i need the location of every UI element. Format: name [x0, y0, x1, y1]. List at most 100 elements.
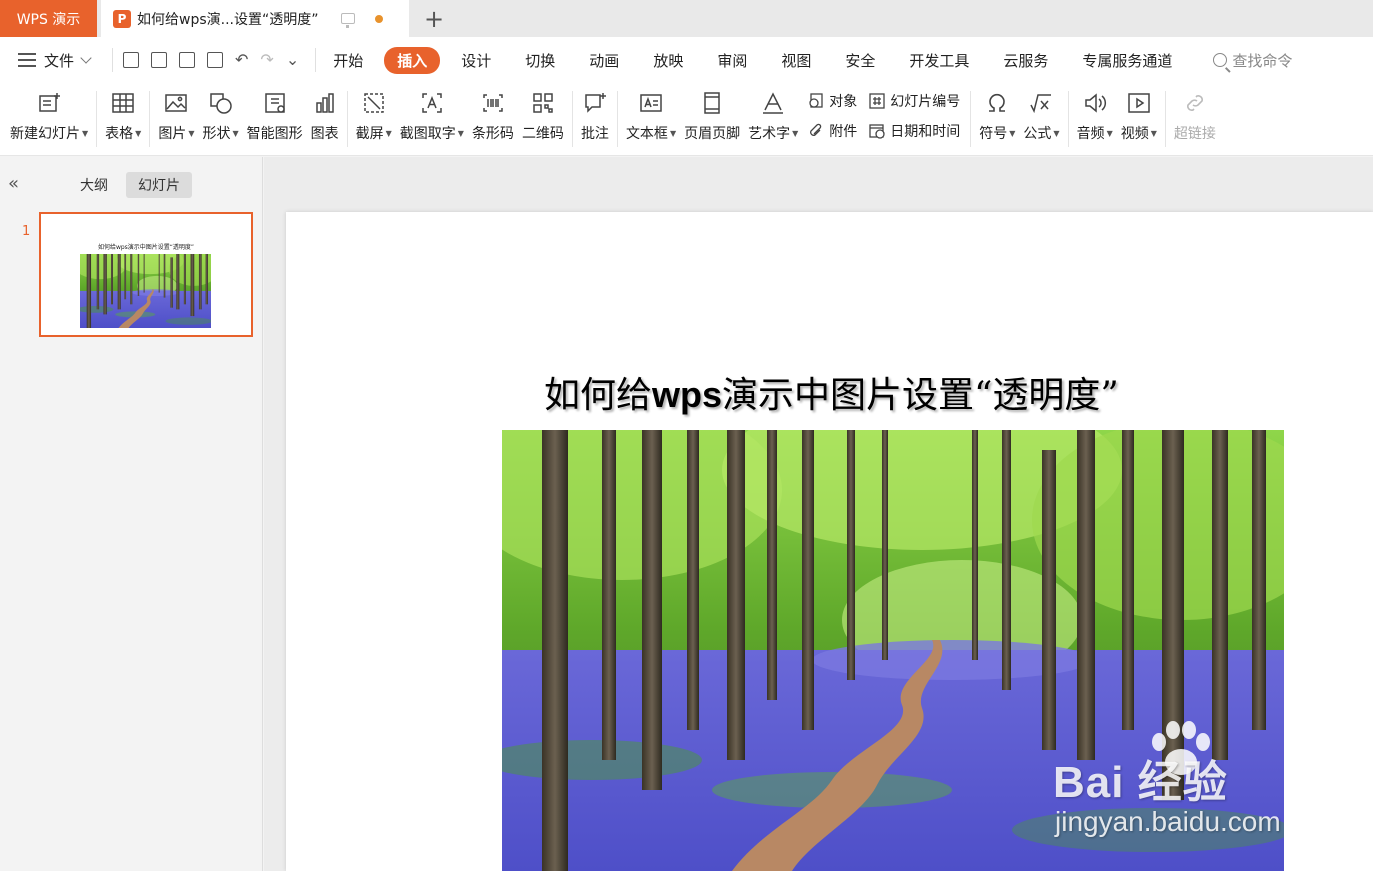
slide-thumbnail[interactable]: 如何给wps演示中图片设置“透明度” — [39, 212, 253, 337]
monitor-icon[interactable] — [340, 13, 355, 28]
link-icon — [1183, 91, 1207, 115]
audio-button[interactable]: 音频 ▼ — [1077, 83, 1113, 155]
new-tab-button[interactable]: + — [413, 0, 455, 37]
menu-tab-10[interactable]: 云服务 — [990, 47, 1061, 74]
collapse-panel-icon[interactable]: « — [8, 173, 19, 194]
presentation-icon: P — [113, 9, 131, 28]
shape-icon — [209, 91, 233, 115]
tab-slides[interactable]: 幻灯片 — [126, 172, 192, 198]
qrcode-icon — [531, 91, 555, 115]
smart-graphic-label: 智能图形 — [246, 126, 303, 142]
datetime-button[interactable]: 日期和时间 — [869, 121, 960, 141]
video-button[interactable]: 视频 ▼ — [1121, 83, 1157, 155]
table-button[interactable]: 表格 ▼ — [105, 83, 141, 155]
barcode-icon — [481, 91, 505, 115]
object-label: 对象 — [829, 94, 858, 110]
slide-number-label: 幻灯片编号 — [890, 94, 961, 110]
attachment-button[interactable]: 附件 — [808, 121, 857, 141]
slides-panel: « 大纲 幻灯片 1 如何给wps演示中图片设置“透明度” — [0, 157, 263, 871]
forest-thumbnail-svg — [80, 254, 211, 328]
undo-icon[interactable]: ↶ — [235, 52, 248, 68]
app-tab[interactable]: WPS 演示 — [0, 0, 97, 37]
search-icon — [1213, 53, 1228, 67]
speaker-icon — [1083, 91, 1107, 115]
object-button[interactable]: 对象 — [808, 91, 857, 111]
command-search-placeholder: 查找命令 — [1232, 51, 1293, 70]
chart-icon — [313, 91, 337, 115]
textbox-icon — [639, 91, 663, 115]
header-footer-icon — [700, 91, 724, 115]
ocr-button[interactable]: 截图取字 ▼ — [400, 83, 464, 155]
symbol-label: 符号 — [979, 126, 1008, 142]
menu-tab-2[interactable]: 设计 — [448, 47, 504, 74]
formula-icon — [1029, 91, 1053, 115]
menu-tab-4[interactable]: 动画 — [576, 47, 632, 74]
menu-tab-5[interactable]: 放映 — [640, 47, 696, 74]
menu-tab-7[interactable]: 视图 — [768, 47, 824, 74]
menu-tab-11[interactable]: 专属服务通道 — [1069, 47, 1185, 74]
menu-tab-0[interactable]: 开始 — [320, 47, 376, 74]
calendar-clock-icon — [869, 124, 885, 139]
barcode-button[interactable]: 条形码 — [472, 83, 514, 155]
menu-tab-6[interactable]: 审阅 — [704, 47, 760, 74]
hyperlink-button[interactable]: 超链接 — [1174, 83, 1216, 155]
qrcode-button[interactable]: 二维码 — [522, 83, 564, 155]
picture-button[interactable]: 图片 ▼ — [158, 83, 194, 155]
menu-bar: 文件 ↶ ↷ ⌄ 开始 插入 设计 切换 动画 放映 审阅 视图 安全 开发工具 云服务 专属服务通道… — [0, 37, 1373, 83]
barcode-label: 条形码 — [471, 126, 514, 142]
shape-button[interactable]: 形状 ▼ — [202, 83, 239, 155]
screenshot-icon — [362, 91, 386, 115]
textbox-button[interactable]: 文本框 ▼ — [626, 83, 676, 155]
menu-tab-1[interactable]: 插入 — [384, 46, 441, 74]
quick-access-toolbar: ↶ ↷ ⌄ — [112, 48, 299, 72]
table-label: 表格 — [105, 126, 134, 142]
document-tab[interactable]: P 如何给wps演...设置“透明度” — [101, 0, 409, 37]
screenshot-button[interactable]: 截屏 ▼ — [356, 83, 392, 155]
ocr-label: 截图取字 — [399, 126, 456, 142]
thumbnail-picture — [80, 254, 211, 328]
title-bar: WPS 演示 P 如何给wps演...设置“透明度” + — [0, 0, 1373, 37]
slide-number-button[interactable]: 幻灯片编号 — [869, 91, 960, 111]
smart-graphic-button[interactable]: 智能图形 — [247, 83, 303, 155]
wordart-button[interactable]: 艺术字 ▼ — [748, 83, 798, 155]
tab-outline[interactable]: 大纲 — [68, 172, 120, 198]
menu-tab-9[interactable]: 开发工具 — [896, 47, 982, 74]
print-icon[interactable] — [179, 52, 196, 68]
wordart-icon — [761, 91, 785, 115]
insert-ribbon: 新建幻灯片 ▼ 表格 ▼ 图片 ▼ 形状 ▼ 智能图形 图表 截屏 ▼ 截图取字 ▼ 条形码… — [0, 83, 1373, 156]
file-menu[interactable]: 文件 — [44, 50, 92, 71]
unsaved-dot-icon — [374, 14, 383, 23]
menu-tab-3[interactable]: 切换 — [512, 47, 568, 74]
watermark-url: jingyan.baidu.com — [1055, 806, 1281, 837]
slide-title[interactable]: 如何给wps演示中图片设置“透明度” — [544, 366, 1119, 418]
menu-tab-8[interactable]: 安全 — [832, 47, 888, 74]
hamburger-icon[interactable] — [18, 53, 36, 67]
new-slide-button[interactable]: 新建幻灯片 ▼ — [10, 83, 88, 155]
datetime-label: 日期和时间 — [890, 124, 961, 140]
print-preview-icon[interactable] — [207, 52, 224, 68]
redo-icon[interactable]: ↷ — [260, 52, 273, 68]
header-footer-button[interactable]: 页眉页脚 — [684, 83, 740, 155]
slide-number-icon — [869, 93, 885, 109]
file-menu-label: 文件 — [44, 51, 75, 70]
save-icon[interactable] — [123, 52, 140, 68]
screenshot-label: 截屏 — [355, 126, 384, 142]
chart-button[interactable]: 图表 — [311, 83, 339, 155]
export-pdf-icon[interactable] — [151, 52, 168, 68]
customize-chevron-icon[interactable]: ⌄ — [286, 52, 299, 68]
command-search[interactable]: 查找命令 — [1213, 50, 1292, 71]
textbox-label: 文本框 — [625, 126, 668, 142]
thumbnail-title: 如何给wps演示中图片设置“透明度” — [97, 244, 195, 251]
slide-number: 1 — [22, 224, 31, 239]
picture-icon — [164, 91, 188, 115]
formula-label: 公式 — [1023, 126, 1052, 142]
attachment-label: 附件 — [829, 124, 858, 140]
comment-button[interactable]: 批注 — [581, 83, 609, 155]
table-icon — [111, 91, 135, 115]
panel-tabs: 大纲 幻灯片 — [68, 172, 192, 198]
symbol-button[interactable]: 符号 ▼ — [979, 83, 1015, 155]
formula-button[interactable]: 公式 ▼ — [1023, 83, 1060, 155]
shape-label: 形状 — [202, 126, 231, 142]
comment-icon — [583, 91, 607, 115]
video-icon — [1127, 91, 1151, 115]
